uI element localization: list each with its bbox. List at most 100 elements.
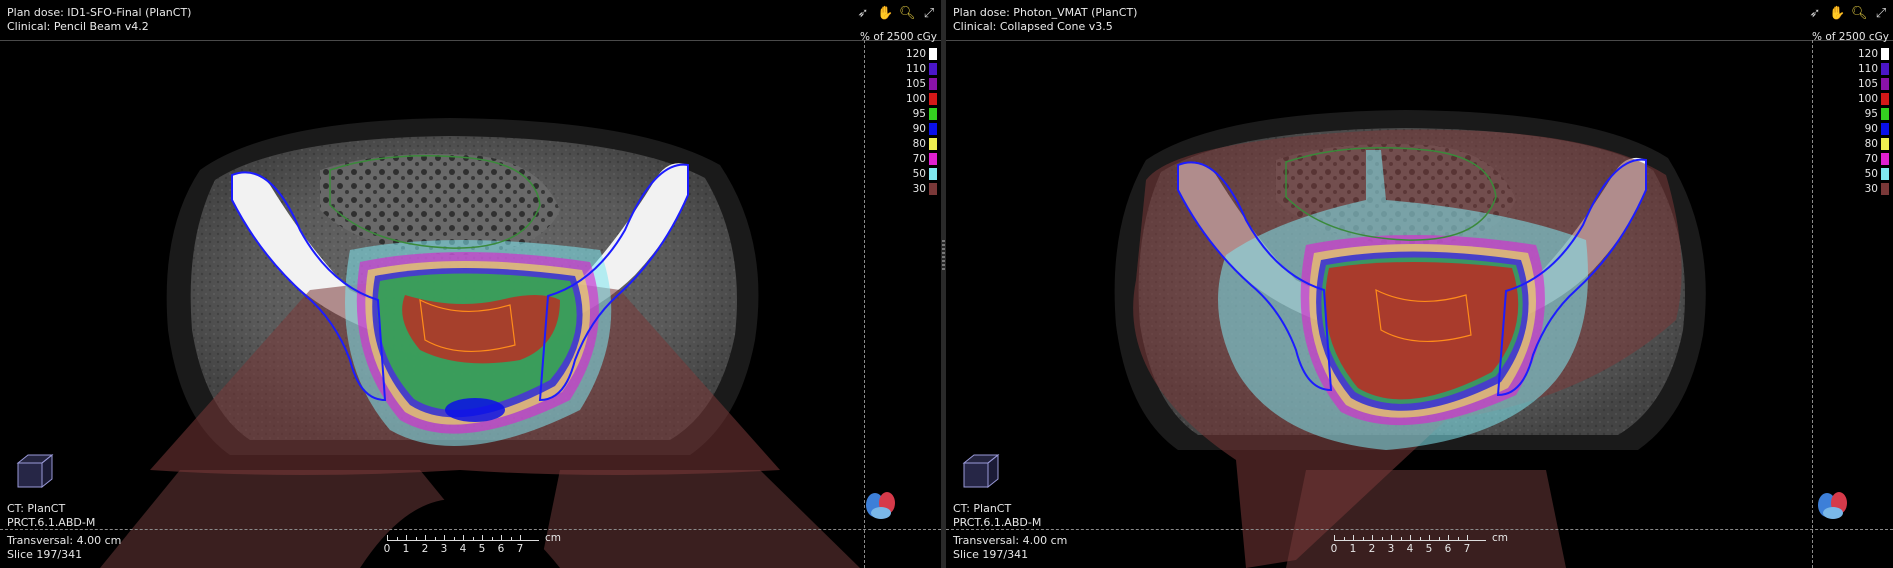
legend-value: 100	[905, 92, 926, 105]
viewport-right[interactable]: Plan dose: Photon_VMAT (PlanCT) Clinical…	[946, 0, 1893, 568]
ruler-tick	[501, 535, 502, 541]
legend-swatch	[1881, 138, 1889, 150]
legend-swatch	[929, 78, 937, 90]
legend-value: 95	[1864, 107, 1878, 120]
legend-swatch	[929, 153, 937, 165]
legend-swatch	[929, 138, 937, 150]
legend-swatch	[1881, 93, 1889, 105]
ruler-tick	[491, 537, 493, 541]
ruler-label: 3	[440, 543, 448, 555]
legend-value: 105	[1857, 77, 1878, 90]
legend-value: 90	[1864, 122, 1878, 135]
legend-value: 30	[1864, 182, 1878, 195]
header-divider	[946, 40, 1893, 41]
ruler-tick	[415, 537, 417, 541]
slice-info-left: Transversal: 4.00 cm Slice 197/341	[7, 534, 121, 562]
ruler-label: 4	[459, 543, 467, 555]
legend-swatch	[1881, 63, 1889, 75]
ct-label: CT: PlanCT	[7, 502, 66, 515]
ruler-tick	[1457, 537, 1459, 541]
legend-swatch	[1881, 168, 1889, 180]
patient-orientation-icon	[866, 492, 895, 519]
ct-label: CT: PlanCT	[953, 502, 1012, 515]
legend-item-95: 95	[860, 107, 937, 122]
legend-item-90: 90	[1812, 122, 1889, 137]
ruler-tick	[434, 537, 436, 541]
legend-swatch	[1881, 108, 1889, 120]
legend-value: 30	[912, 182, 926, 195]
legend-item-80: 80	[1812, 137, 1889, 152]
ct-slice-image-left[interactable]	[0, 0, 941, 568]
ct-slice-image-right[interactable]	[946, 0, 1893, 568]
legend-value: 50	[1864, 167, 1878, 180]
ruler-label: 3	[1387, 543, 1395, 555]
legend-value: 95	[912, 107, 926, 120]
zoom-icon[interactable]: 🔍︎	[1851, 6, 1868, 22]
legend-value: 120	[1857, 47, 1878, 60]
fit-view-icon[interactable]: ⤢	[921, 6, 937, 22]
view-toolbar-left: ➶ ✋ 🔍︎ ⤢	[855, 6, 937, 22]
ruler-label: 5	[478, 543, 486, 555]
legend-item-70: 70	[1812, 152, 1889, 167]
ruler-tick	[1334, 535, 1335, 541]
orientation-label: Transversal: 4.00 cm	[953, 534, 1068, 547]
fit-view-icon[interactable]: ⤢	[1873, 6, 1889, 22]
cursor-icon[interactable]: ➶	[1807, 6, 1823, 22]
legend-value: 110	[905, 62, 926, 75]
legend-value: 50	[912, 167, 926, 180]
ruler-label: 6	[1444, 543, 1452, 555]
legend-swatch	[1881, 78, 1889, 90]
legend-swatch	[929, 108, 937, 120]
dose-engine-label: Clinical: Pencil Beam v4.2	[7, 20, 149, 33]
ruler-label: 1	[1349, 543, 1357, 555]
legend-rows: 120 110 105 100 95 90 80 70 50 30	[860, 47, 937, 197]
orientation-cube-icon[interactable]	[14, 451, 56, 493]
legend-swatch	[1881, 183, 1889, 195]
patient-orientation-icon	[1818, 492, 1847, 519]
slice-label: Slice 197/341	[953, 548, 1029, 561]
pan-hand-icon[interactable]: ✋	[877, 6, 893, 22]
legend-value: 105	[905, 77, 926, 90]
dose-legend-left: % of 2500 cGy 120 110 105 100 95 90 80 70 50 30	[860, 30, 937, 197]
ruler-tick	[1438, 537, 1440, 541]
orientation-cube-icon[interactable]	[960, 451, 1002, 493]
legend-swatch	[929, 123, 937, 135]
legend-item-110: 110	[1812, 62, 1889, 77]
legend-swatch	[929, 63, 937, 75]
ruler-tick	[520, 535, 521, 541]
ruler-tick	[482, 535, 483, 541]
ruler-label: 1	[402, 543, 410, 555]
crosshair-horizontal[interactable]	[0, 529, 941, 530]
ruler-tick	[406, 535, 407, 541]
ruler-unit: cm	[1492, 532, 1509, 544]
legend-item-100: 100	[1812, 92, 1889, 107]
ct-info-right: CT: PlanCT PRCT.6.1.ABD-M	[953, 502, 1041, 530]
viewport-left[interactable]: Plan dose: ID1-SFO-Final (PlanCT) Clinic…	[0, 0, 941, 568]
legend-swatch	[1881, 123, 1889, 135]
legend-item-50: 50	[860, 167, 937, 182]
legend-value: 90	[912, 122, 926, 135]
ruler-tick	[1391, 535, 1392, 541]
ruler-label: 0	[1330, 543, 1338, 555]
ruler-label: 6	[497, 543, 505, 555]
legend-item-120: 120	[1812, 47, 1889, 62]
ruler-label: 4	[1406, 543, 1414, 555]
ruler-label: 7	[516, 543, 524, 555]
legend-item-105: 105	[1812, 77, 1889, 92]
ruler-tick	[1448, 535, 1449, 541]
ruler-tick	[1429, 535, 1430, 541]
crosshair-horizontal[interactable]	[946, 529, 1893, 530]
pan-hand-icon[interactable]: ✋	[1829, 6, 1845, 22]
legend-item-30: 30	[860, 182, 937, 197]
ruler-tick	[444, 535, 445, 541]
legend-swatch	[929, 93, 937, 105]
cursor-icon[interactable]: ➶	[855, 6, 871, 22]
splitter-grip-icon[interactable]	[942, 240, 945, 270]
ruler-tick	[1381, 537, 1383, 541]
plan-info-right: Plan dose: Photon_VMAT (PlanCT) Clinical…	[953, 6, 1137, 34]
legend-item-105: 105	[860, 77, 937, 92]
zoom-icon[interactable]: 🔍︎	[899, 6, 916, 22]
ruler-label: 2	[421, 543, 429, 555]
ruler-tick	[510, 537, 512, 541]
ruler-tick	[425, 535, 426, 541]
